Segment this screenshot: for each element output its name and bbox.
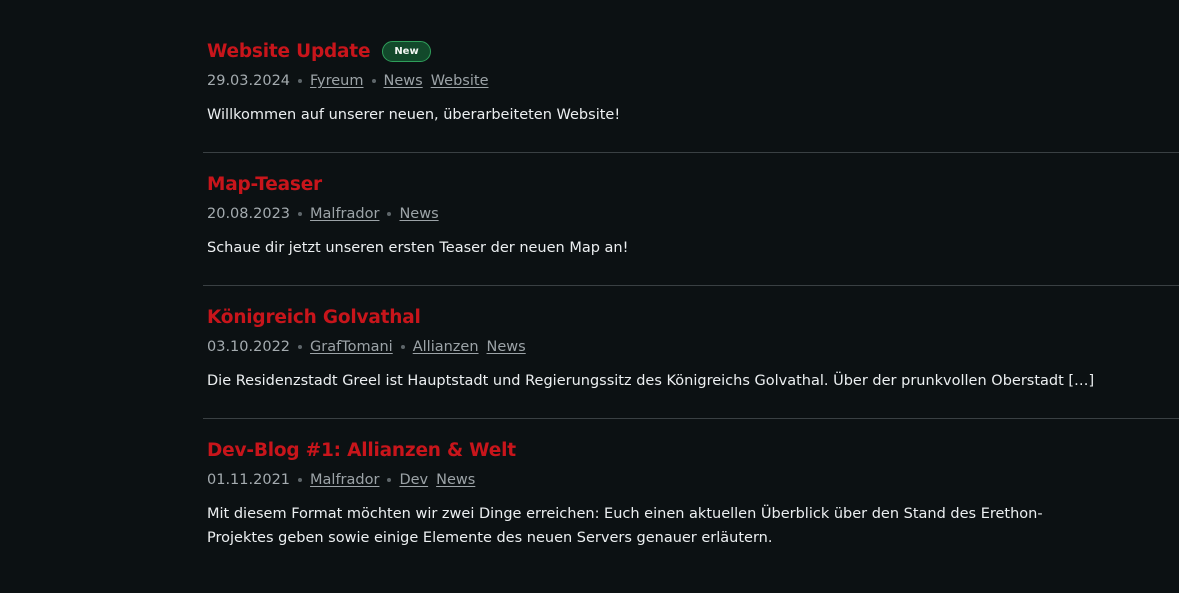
post-item: Dev-Blog #1: Allianzen & Welt 01.11.2021…: [203, 419, 1179, 593]
post-excerpt: Die Residenzstadt Greel ist Hauptstadt u…: [207, 373, 1095, 389]
post-title-row: Map-Teaser: [207, 171, 1179, 197]
post-meta: 29.03.2024 Fyreum News Website: [207, 72, 1179, 90]
post-meta: 03.10.2022 GrafTomani Allianzen News: [207, 338, 1179, 356]
post-date: 29.03.2024: [207, 73, 291, 89]
post-title-row: Königreich Golvathal: [207, 304, 1179, 330]
post-excerpt: Schaue dir jetzt unseren ersten Teaser d…: [207, 240, 629, 256]
meta-separator-dot: [400, 345, 405, 349]
post-excerpt: Mit diesem Format möchten wir zwei Dinge…: [207, 506, 1043, 546]
meta-separator-dot: [298, 345, 303, 349]
post-item: Map-Teaser 20.08.2023 Malfrador News Sch…: [203, 153, 1179, 286]
author-link[interactable]: Malfrador: [310, 472, 379, 488]
meta-separator-dot: [298, 212, 303, 216]
post-date: 20.08.2023: [207, 206, 291, 222]
post-meta: 01.11.2021 Malfrador Dev News: [207, 471, 1179, 489]
meta-separator-dot: [298, 79, 303, 83]
post-item: Website Update New 29.03.2024 Fyreum New…: [203, 0, 1179, 153]
post-meta: 20.08.2023 Malfrador News: [207, 205, 1179, 223]
author-link[interactable]: Fyreum: [310, 73, 363, 89]
post-title-row: Website Update New: [207, 38, 1179, 64]
post-body: Königreich Golvathal 03.10.2022 GrafToma…: [203, 304, 1179, 393]
post-feed: Website Update New 29.03.2024 Fyreum New…: [203, 0, 1179, 593]
meta-separator-dot: [387, 212, 392, 216]
tag-link-news[interactable]: News: [399, 206, 438, 222]
new-badge: New: [382, 40, 431, 62]
meta-separator-dot: [298, 478, 303, 482]
post-excerpt: Willkommen auf unserer neuen, überarbeit…: [207, 107, 621, 123]
tag-link-news[interactable]: News: [384, 73, 423, 89]
post-body: Map-Teaser 20.08.2023 Malfrador News Sch…: [203, 171, 1179, 260]
tag-link-news[interactable]: News: [487, 339, 526, 355]
post-title-link[interactable]: Dev-Blog #1: Allianzen & Welt: [207, 440, 516, 461]
meta-separator-dot: [387, 478, 392, 482]
tag-link-allianzen[interactable]: Allianzen: [413, 339, 479, 355]
post-body: Dev-Blog #1: Allianzen & Welt 01.11.2021…: [203, 437, 1179, 550]
post-body: Website Update New 29.03.2024 Fyreum New…: [203, 38, 1179, 127]
post-title-row: Dev-Blog #1: Allianzen & Welt: [207, 437, 1179, 463]
tag-link-dev[interactable]: Dev: [399, 472, 428, 488]
tag-link-website[interactable]: Website: [431, 73, 489, 89]
post-title-link[interactable]: Website Update: [207, 41, 371, 62]
post-item: Königreich Golvathal 03.10.2022 GrafToma…: [203, 286, 1179, 419]
author-link[interactable]: Malfrador: [310, 206, 379, 222]
post-title-link[interactable]: Map-Teaser: [207, 174, 322, 195]
post-date: 03.10.2022: [207, 339, 291, 355]
meta-separator-dot: [371, 79, 376, 83]
author-link[interactable]: GrafTomani: [310, 339, 393, 355]
post-date: 01.11.2021: [207, 472, 291, 488]
tag-link-news[interactable]: News: [436, 472, 475, 488]
post-title-link[interactable]: Königreich Golvathal: [207, 307, 421, 328]
